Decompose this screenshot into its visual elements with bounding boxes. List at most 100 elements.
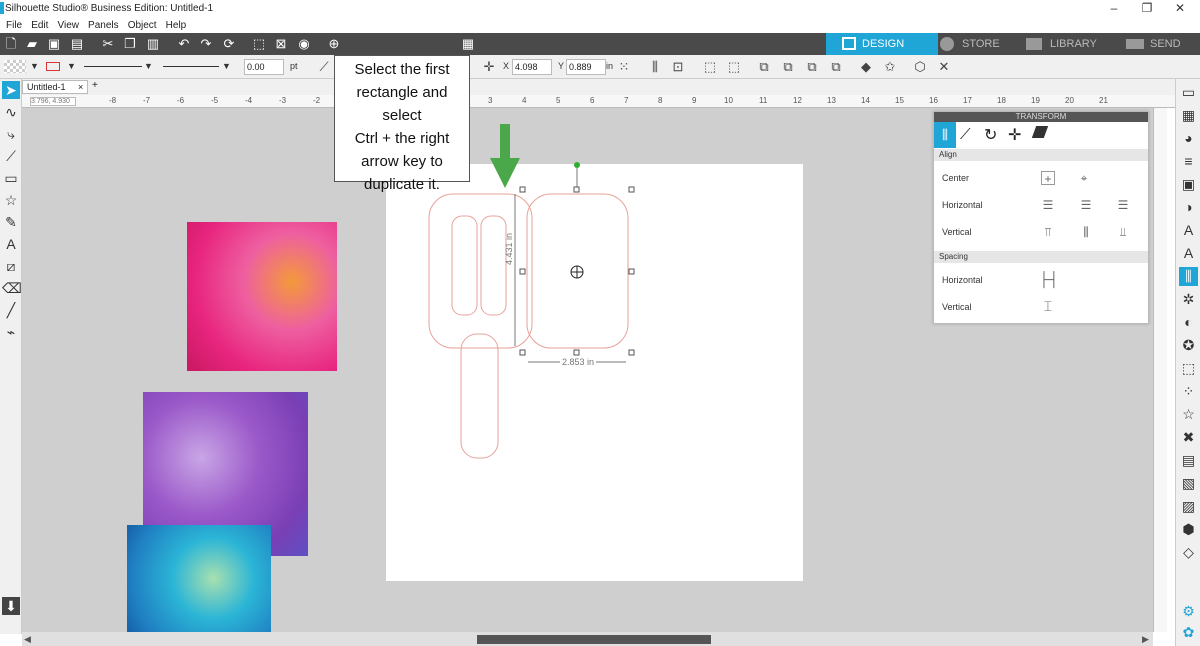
tab-send[interactable]: SEND <box>1126 33 1200 55</box>
image-effects-icon[interactable]: ▣ <box>1179 175 1198 194</box>
line-end-icon[interactable] <box>163 66 219 67</box>
line-tool-icon[interactable]: ⟋ <box>316 59 332 75</box>
text-to-path-icon[interactable]: A <box>1179 244 1198 263</box>
star-tool-icon[interactable]: ☆ <box>2 191 20 209</box>
pixscan-icon[interactable]: ▦ <box>1179 106 1198 125</box>
menu-panels[interactable]: Panels <box>88 18 119 33</box>
design-store-icon[interactable]: ☆ <box>1179 405 1198 424</box>
tab-untitled-1[interactable]: Untitled-1 × <box>22 80 88 94</box>
tab-design[interactable]: DESIGN <box>826 33 938 55</box>
line-style-icon[interactable] <box>84 66 142 67</box>
nesting-icon[interactable]: ▤ <box>1179 451 1198 470</box>
offset-icon[interactable]: ✪ <box>1179 336 1198 355</box>
rectangle-tool-icon[interactable]: ▭ <box>2 169 20 187</box>
send-to-back-icon[interactable]: ⧉ <box>780 59 796 75</box>
help-icon[interactable]: ✿ <box>1179 623 1198 642</box>
modify-icon[interactable]: ◐ <box>1179 313 1198 332</box>
rotation-handle[interactable] <box>574 162 580 168</box>
scroll-left-icon[interactable]: ◀ <box>24 634 31 645</box>
contrast-icon[interactable]: ◑ <box>1179 198 1198 217</box>
layers-icon[interactable]: ◇ <box>1179 543 1198 562</box>
scroll-right-icon[interactable]: ▶ <box>1142 634 1149 645</box>
fill-swatch-icon[interactable] <box>4 60 26 73</box>
library-drawer-icon[interactable]: ⬇ <box>2 597 20 615</box>
save-icon[interactable]: ▣ <box>46 36 62 52</box>
puzzle-icon[interactable]: ✖ <box>1179 428 1198 447</box>
menu-file[interactable]: File <box>6 18 22 33</box>
replicate-icon[interactable]: ✲ <box>1179 290 1198 309</box>
knife-tool-icon[interactable]: ╱ <box>2 301 20 319</box>
star-icon[interactable]: ✩ <box>882 59 898 75</box>
space-vertical-icon[interactable]: ⌶ <box>1041 299 1055 313</box>
add-tab-icon[interactable]: + <box>92 80 98 91</box>
maximize-button[interactable]: ❐ <box>1133 1 1161 17</box>
undo-icon[interactable]: ↶ <box>176 36 192 52</box>
bring-forward-icon[interactable]: ⧉ <box>804 59 820 75</box>
select-by-color-icon[interactable]: ◉ <box>296 36 312 52</box>
zoom-in-icon[interactable]: ⊕ <box>326 36 342 52</box>
paste-icon[interactable]: ▥ <box>145 36 161 52</box>
rhinestone-icon[interactable]: ⬢ <box>1179 520 1198 539</box>
line-style-icon[interactable]: ≡ <box>1179 152 1198 171</box>
tab-store[interactable]: STORE <box>940 33 1028 55</box>
chevron-down-icon[interactable]: ▼ <box>144 61 153 71</box>
point-edit-icon[interactable]: ∿ <box>2 103 20 121</box>
new-document-icon[interactable]: 🗋 <box>3 36 19 52</box>
text-tool-icon[interactable]: A <box>2 235 20 253</box>
select-all-icon[interactable]: ⬚ <box>251 36 267 52</box>
line-weight-input[interactable]: 0.00 <box>244 59 284 75</box>
align-right-icon[interactable]: ☰ <box>1116 198 1130 212</box>
space-horizontal-icon[interactable]: ├┤ <box>1039 272 1059 286</box>
grid-icon[interactable]: ▦ <box>460 36 476 52</box>
align-bottom-icon[interactable]: ⫫ <box>1116 225 1130 239</box>
scrollbar-thumb[interactable] <box>477 635 711 644</box>
redo-icon[interactable]: ↷ <box>198 36 214 52</box>
close-icon[interactable]: ✕ <box>936 59 952 75</box>
eyedropper-icon[interactable]: ⌁ <box>2 323 20 341</box>
refresh-icon[interactable]: ⟳ <box>221 36 237 52</box>
knife-icon[interactable]: ⧄ <box>2 257 20 275</box>
fill-color-icon[interactable]: ◕ <box>1179 129 1198 148</box>
curve-tool-icon[interactable]: ⤷ <box>2 125 20 143</box>
chevron-down-icon[interactable]: ▼ <box>30 61 39 71</box>
align-tab-icon[interactable]: ⫼ <box>934 122 956 148</box>
send-backward-icon[interactable]: ⧉ <box>828 59 844 75</box>
open-folder-icon[interactable]: ▰ <box>24 36 40 52</box>
tab-library[interactable]: LIBRARY <box>1026 33 1124 55</box>
center-icon[interactable]: ⊡ <box>670 59 686 75</box>
center-crosshair-icon[interactable]: ⌖ <box>1077 171 1091 185</box>
close-button[interactable]: ✕ <box>1166 1 1194 17</box>
transform-icon[interactable]: ⫼ <box>1179 267 1198 286</box>
bring-to-front-icon[interactable]: ⧉ <box>756 59 772 75</box>
minimize-button[interactable]: – <box>1100 1 1128 17</box>
y-position-input[interactable]: 0.889 <box>566 59 606 75</box>
align-left-icon[interactable]: ☰ <box>1041 198 1055 212</box>
anchor-grid-icon[interactable]: ⁙ <box>616 59 632 75</box>
text-style-icon[interactable]: A <box>1179 221 1198 240</box>
sketch-icon[interactable]: ⁘ <box>1179 382 1198 401</box>
align-middle-icon[interactable]: ⫼ <box>1079 225 1093 239</box>
align-top-icon[interactable]: ⫪ <box>1041 225 1055 239</box>
select-tool-icon[interactable]: ➤ <box>2 81 20 99</box>
ungroup-icon[interactable]: ⬚ <box>726 59 742 75</box>
close-tab-icon[interactable]: × <box>78 81 83 93</box>
move-icon[interactable]: ✛ <box>481 59 497 75</box>
menu-edit[interactable]: Edit <box>31 18 48 33</box>
page-setup-icon[interactable]: ▭ <box>1179 83 1198 102</box>
copy-icon[interactable]: ❐ <box>122 36 138 52</box>
align-center-icon[interactable]: ☰ <box>1079 198 1093 212</box>
menu-help[interactable]: Help <box>166 18 187 33</box>
chevron-down-icon[interactable]: ▼ <box>222 61 231 71</box>
modify-icon[interactable]: ◆ <box>858 59 874 75</box>
menu-object[interactable]: Object <box>128 18 157 33</box>
hatch-icon[interactable]: ▨ <box>1179 497 1198 516</box>
group-icon[interactable]: ⬚ <box>702 59 718 75</box>
cut-icon[interactable]: ✂ <box>100 36 116 52</box>
shear-tab-icon[interactable] <box>1031 126 1049 138</box>
eraser-icon[interactable]: ⌫ <box>2 279 22 297</box>
x-position-input[interactable]: 4.098 <box>512 59 552 75</box>
line-tool-icon[interactable]: ⟋ <box>2 147 20 165</box>
print-icon[interactable]: ▤ <box>69 36 85 52</box>
scale-tab-icon[interactable]: ⟋ <box>960 126 971 143</box>
split-line-icon[interactable]: ▧ <box>1179 474 1198 493</box>
